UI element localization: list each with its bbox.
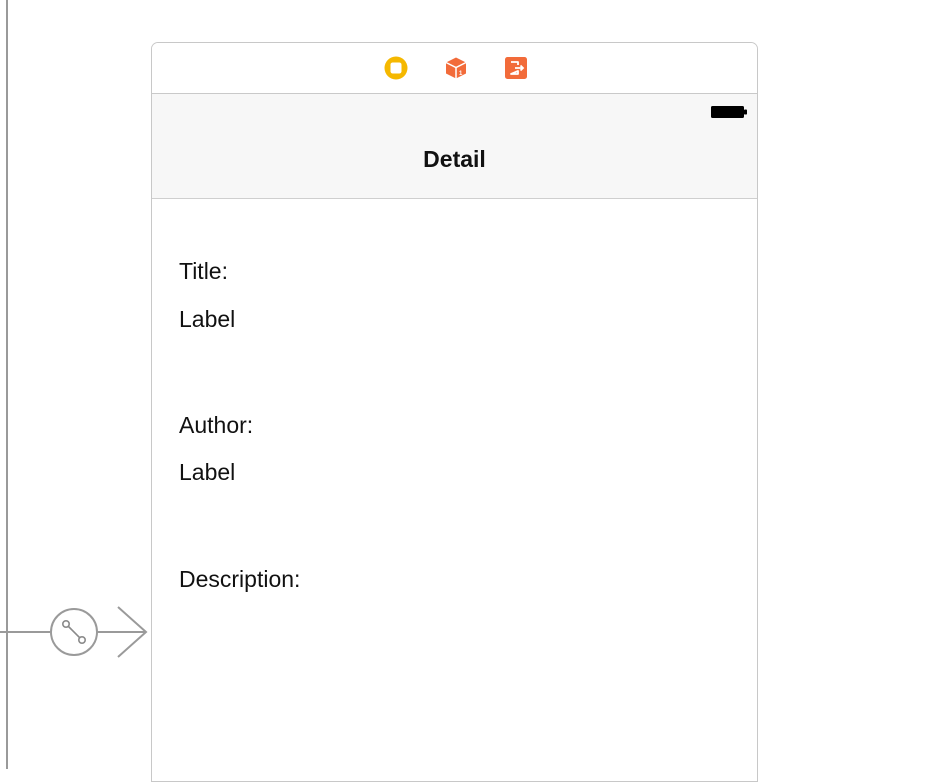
segue-arrow-graphic	[0, 606, 148, 658]
title-caption-label[interactable]: Title:	[179, 258, 228, 285]
nav-title: Detail	[423, 146, 486, 172]
first-responder-icon[interactable]: 1	[444, 56, 468, 80]
exit-icon[interactable]	[504, 56, 528, 80]
scene-dock: 1	[152, 43, 757, 94]
detail-scene[interactable]: 1 Detail Title: Label Author: Label Desc…	[151, 42, 758, 782]
author-value-label[interactable]: Label	[179, 459, 235, 486]
author-caption-label[interactable]: Author:	[179, 412, 253, 439]
view-controller-icon[interactable]	[384, 56, 408, 80]
battery-icon	[711, 106, 747, 118]
description-caption-label[interactable]: Description:	[179, 566, 300, 593]
segue-circle-icon[interactable]	[50, 608, 98, 656]
title-value-label[interactable]: Label	[179, 306, 235, 333]
entry-arrow-icon	[97, 606, 148, 658]
navigation-bar: Detail	[152, 94, 757, 199]
segue-connection[interactable]	[0, 600, 150, 666]
